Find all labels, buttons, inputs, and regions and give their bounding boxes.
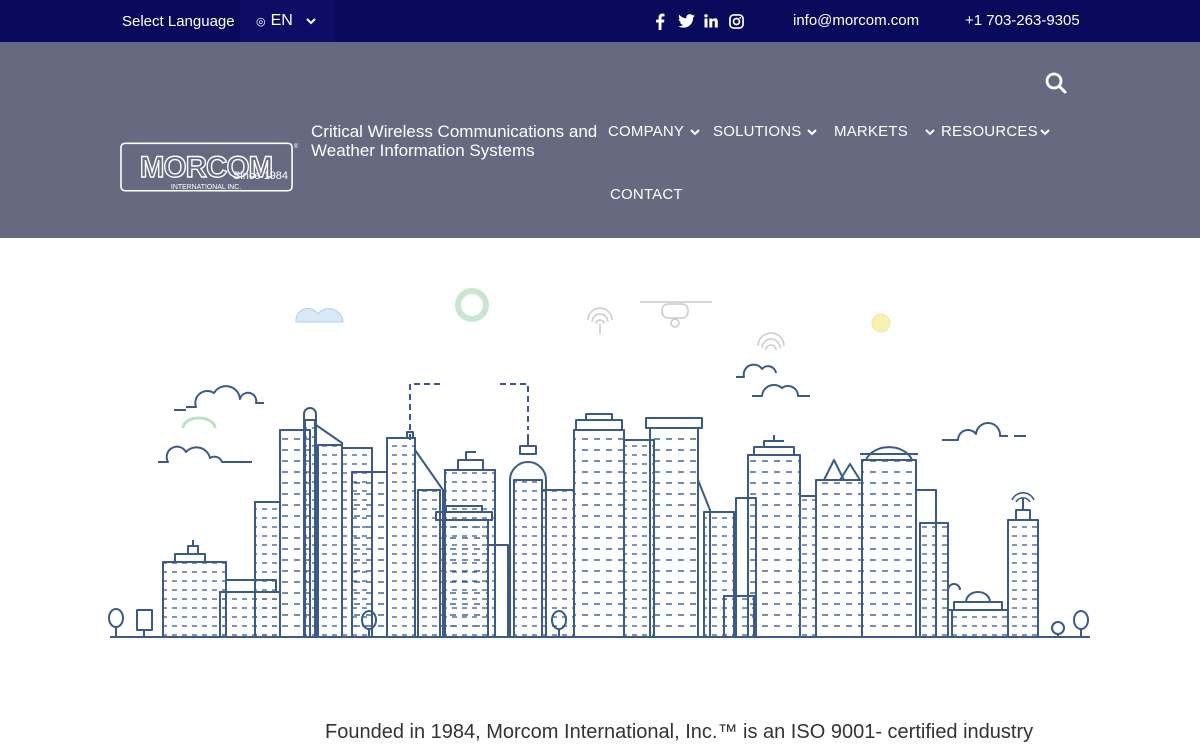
nav-resources-label: RESOURCES [941, 123, 1038, 140]
twitter-link[interactable] [677, 11, 695, 31]
nav-contact[interactable]: CONTACT [610, 186, 683, 203]
instagram-link[interactable] [728, 11, 745, 31]
chevron-down-icon [925, 128, 935, 135]
email-link[interactable]: info@morcom.com [793, 12, 919, 29]
phone-link[interactable]: +1 703-263-9305 [965, 12, 1080, 29]
lightbulb-icon [871, 313, 891, 333]
nav-markets[interactable]: MARKETS [834, 123, 936, 140]
site-header: MORCOM INTERNATIONAL INC. ® Since 1984 C… [0, 42, 1200, 238]
search-icon [1045, 72, 1067, 94]
city-skyline-illustration [108, 288, 1090, 638]
instagram-icon [729, 13, 744, 29]
top-bar: Select Language ◎ EN info@morcom.com +1 … [0, 0, 1200, 42]
language-label: Select Language [122, 13, 235, 30]
svg-text:®: ® [294, 143, 298, 150]
chevron-down-icon [1040, 128, 1050, 135]
chevron-down-icon [807, 128, 818, 135]
logo-subtext: INTERNATIONAL INC. [171, 184, 241, 191]
drone-icon [640, 301, 712, 328]
linkedin-link[interactable] [703, 11, 719, 31]
facebook-link[interactable] [654, 11, 666, 31]
nav-markets-label: MARKETS [834, 123, 908, 140]
chevron-down-icon [306, 18, 316, 25]
nav-solutions[interactable]: SOLUTIONS [713, 123, 818, 140]
twitter-icon [677, 14, 695, 28]
nav-contact-label: CONTACT [610, 186, 683, 203]
nav-resources[interactable]: RESOURCES [941, 123, 1051, 140]
nav-company-label: COMPANY [608, 123, 685, 140]
linkedin-icon [704, 14, 718, 28]
since-label: Since 1984 [233, 170, 289, 182]
signal-icon [757, 332, 785, 351]
facebook-icon [656, 13, 665, 30]
site-tagline: Critical Wireless Communications and Wea… [311, 122, 598, 160]
nav-company[interactable]: COMPANY [608, 123, 701, 140]
search-button[interactable] [1044, 71, 1068, 95]
globe-icon: ◎ [256, 15, 266, 28]
cloud-upload-icon [295, 308, 344, 323]
language-value: EN [270, 12, 293, 29]
gear-icon [455, 288, 489, 322]
wifi-icon [587, 307, 613, 334]
language-select[interactable]: ◎ EN [240, 0, 335, 42]
chevron-down-icon [690, 128, 700, 135]
nav-solutions-label: SOLUTIONS [713, 123, 802, 140]
tree-icon [108, 608, 124, 637]
intro-paragraph: Founded in 1984, Morcom International, I… [325, 721, 1034, 743]
